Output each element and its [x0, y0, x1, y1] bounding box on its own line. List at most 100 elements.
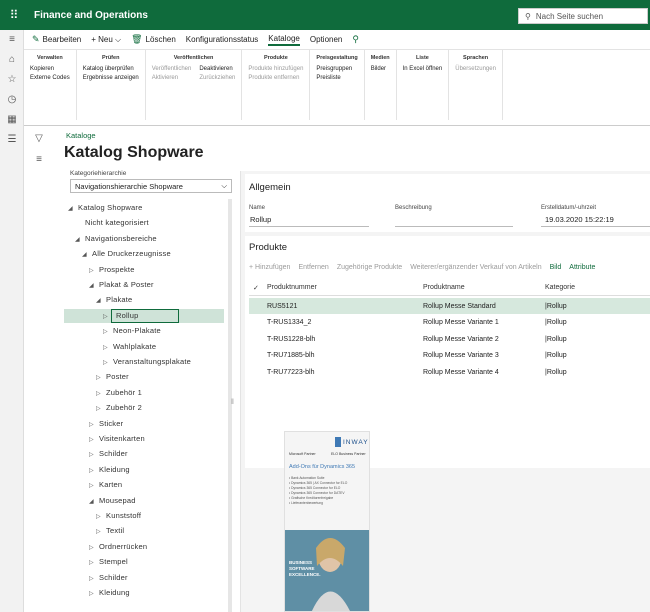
recent-icon[interactable]: ◷ [0, 90, 24, 110]
tree-expander-icon[interactable]: ▷ [89, 464, 97, 478]
tree-node[interactable]: ▷ Veranstaltungsplakate [103, 355, 193, 369]
ribbon-button[interactable]: Externe Codes [30, 75, 70, 81]
table-row[interactable]: T-RUS1334_2 Rollup Messe Variante 1 |Rollu… [249, 315, 650, 331]
tree-node[interactable]: ▷ Sticker [89, 417, 125, 431]
actionbar-label: Löschen [145, 35, 176, 44]
tree-node[interactable]: ◢ Katalog Shopware [68, 201, 145, 215]
tree-node[interactable]: ◢ Mousepad [89, 494, 138, 508]
tree-expander-icon[interactable]: ◢ [68, 202, 76, 216]
tree-expander-icon[interactable]: ▷ [96, 510, 104, 524]
tree-node[interactable]: ◢ Alle Druckerzeugnisse [82, 247, 173, 261]
products-toolbar-button-3: Weiterer/ergänzender Verkauf von Artikel… [410, 263, 542, 271]
tree-expander-icon[interactable]: ▷ [89, 587, 97, 601]
products-toolbar-button-5[interactable]: Attribute [569, 264, 595, 271]
tree-node[interactable]: ▷ Neon-Plakate [103, 324, 163, 338]
ribbon-group-title: Produkte [263, 55, 288, 61]
actionbar-item-6[interactable]: ⚲ [352, 34, 359, 45]
category-hierarchy-select[interactable]: Navigationshierarchie Shopware ⌵ [70, 179, 232, 193]
tree-expander-icon[interactable]: ◢ [89, 279, 97, 293]
tree-node[interactable]: ▷ Kleidung [89, 586, 132, 600]
search-box[interactable]: ⚲ Nach Seite suchen [518, 8, 648, 24]
tree-expander-icon[interactable]: ◢ [89, 495, 97, 509]
tree-expander-icon[interactable]: ▷ [89, 433, 97, 447]
ribbon-button[interactable]: Preisgruppen [316, 66, 352, 72]
tree-node[interactable]: ◢ Navigationsbereiche [75, 232, 159, 246]
column-header[interactable]: Produktname [423, 284, 465, 291]
tree-expander-icon[interactable]: ▷ [96, 525, 104, 539]
ribbon-button[interactable]: Kopieren [30, 66, 70, 72]
tree-expander-icon[interactable]: ▷ [96, 387, 104, 401]
ribbon-button[interactable]: Preisliste [316, 75, 352, 81]
tree-expander-icon[interactable]: ◢ [75, 233, 83, 247]
ribbon-button[interactable]: Bilder [371, 66, 386, 72]
tree-node[interactable]: ▷ Poster [96, 370, 131, 384]
products-header[interactable]: Produkte [249, 242, 287, 253]
tree-expander-icon[interactable]: ▷ [103, 325, 111, 339]
modules-icon[interactable]: ☰ [0, 130, 24, 150]
tree-node[interactable]: ▷ Wahlplakate [103, 340, 158, 354]
actionbar-item-4[interactable]: Kataloge [268, 34, 300, 46]
ribbon-button[interactable]: Katalog überprüfen [83, 66, 139, 72]
ribbon-button[interactable]: Deaktivieren [199, 66, 235, 72]
list-icon[interactable]: ≡ [24, 151, 54, 169]
general-header[interactable]: Allgemein [249, 182, 291, 193]
tree-expander-icon[interactable]: ▷ [89, 448, 97, 462]
tree-expander-icon[interactable]: ▷ [89, 479, 97, 493]
tree-node[interactable]: ▷ Schilder [89, 447, 130, 461]
ribbon-button[interactable]: In Excel öffnen [403, 66, 443, 72]
tree-node[interactable]: ▷ Kunststoff [96, 509, 143, 523]
pane-splitter[interactable]: ‖ [231, 399, 234, 406]
select-all-check-icon[interactable]: ✓ [253, 284, 259, 292]
actionbar-item-2[interactable]: 🗑 Löschen [131, 34, 176, 45]
actionbar-item-0[interactable]: ✎ Bearbeiten [32, 34, 81, 45]
workspaces-icon[interactable]: ▦ [0, 110, 24, 130]
table-row[interactable]: T-RU77223-blh Rollup Messe Variante 4 |Rol… [249, 364, 650, 380]
tree-expander-icon[interactable]: ▷ [89, 572, 97, 586]
filter-icon[interactable]: ▽ [24, 130, 54, 148]
actionbar-item-5[interactable]: Optionen [310, 35, 342, 44]
tree-expander-icon[interactable]: ▷ [96, 371, 104, 385]
app-launcher-icon[interactable]: ⠿ [0, 0, 28, 30]
table-row[interactable]: T-RUS1228-blh Rollup Messe Variante 2 |Rol… [249, 331, 650, 347]
actionbar-item-3[interactable]: Konfigurationsstatus [186, 35, 259, 44]
tree-node[interactable]: ◢ Plakat & Poster [89, 278, 156, 292]
column-header[interactable]: Kategorie [545, 284, 575, 291]
breadcrumb[interactable]: Kataloge [66, 131, 96, 140]
tree-expander-icon[interactable]: ▷ [96, 402, 104, 416]
table-row[interactable]: RUS5121 Rollup Messe Standard |Rollup [249, 298, 650, 314]
tree-node[interactable]: ▷ Zubehör 1 [96, 386, 144, 400]
column-header[interactable]: Produktnummer [267, 284, 317, 291]
tree-node-label: Rollup [111, 308, 179, 323]
tree-node[interactable]: ◢ Plakate [96, 293, 134, 307]
tree-expander-icon[interactable]: ▷ [89, 541, 97, 555]
tree-node[interactable]: ▷ Stempel [89, 555, 130, 569]
tree-expander-icon[interactable]: ▷ [103, 341, 111, 355]
ribbon-button[interactable]: Ergebnisse anzeigen [83, 75, 139, 81]
tree-node[interactable]: ▷ Kleidung [89, 463, 132, 477]
tree-node[interactable]: ▷ Zubehör 2 [96, 401, 144, 415]
favorites-icon[interactable]: ☆ [0, 70, 24, 90]
tree-node[interactable]: ▷ Karten [89, 478, 124, 492]
tree-expander-icon[interactable]: ◢ [82, 248, 90, 262]
tree-node[interactable]: Nicht kategorisiert [75, 216, 151, 230]
product-image: INWAY Microsoft Partner ELO Business Par… [284, 431, 370, 612]
tree-node[interactable]: ▷ Schilder [89, 571, 130, 585]
actionbar-item-1[interactable]: + Neu ⌵ [91, 35, 121, 45]
name-field[interactable]: Rollup [249, 215, 369, 227]
home-icon[interactable]: ⌂ [0, 50, 24, 70]
tree-node[interactable]: ▷ Rollup [64, 308, 224, 324]
description-field[interactable] [395, 215, 513, 227]
tree-node[interactable]: ▷ Prospekte [89, 263, 137, 277]
tree-expander-icon[interactable]: ▷ [89, 418, 97, 432]
tree-expander-icon[interactable]: ▷ [89, 556, 97, 570]
tree-expander-icon[interactable]: ▷ [103, 310, 111, 324]
tree-node[interactable]: ▷ Textil [96, 524, 126, 538]
products-toolbar-button-4[interactable]: Bild [550, 264, 562, 271]
table-row[interactable]: T-RU71885-blh Rollup Messe Variante 3 |Rol… [249, 348, 650, 364]
tree-node[interactable]: ▷ Ordnerrücken [89, 540, 149, 554]
tree-expander-icon[interactable]: ▷ [89, 264, 97, 278]
tree-node[interactable]: ▷ Visitenkarten [89, 432, 147, 446]
tree-expander-icon[interactable]: ◢ [96, 294, 104, 308]
hamburger-icon[interactable]: ≡ [0, 30, 24, 50]
tree-expander-icon[interactable]: ▷ [103, 356, 111, 370]
